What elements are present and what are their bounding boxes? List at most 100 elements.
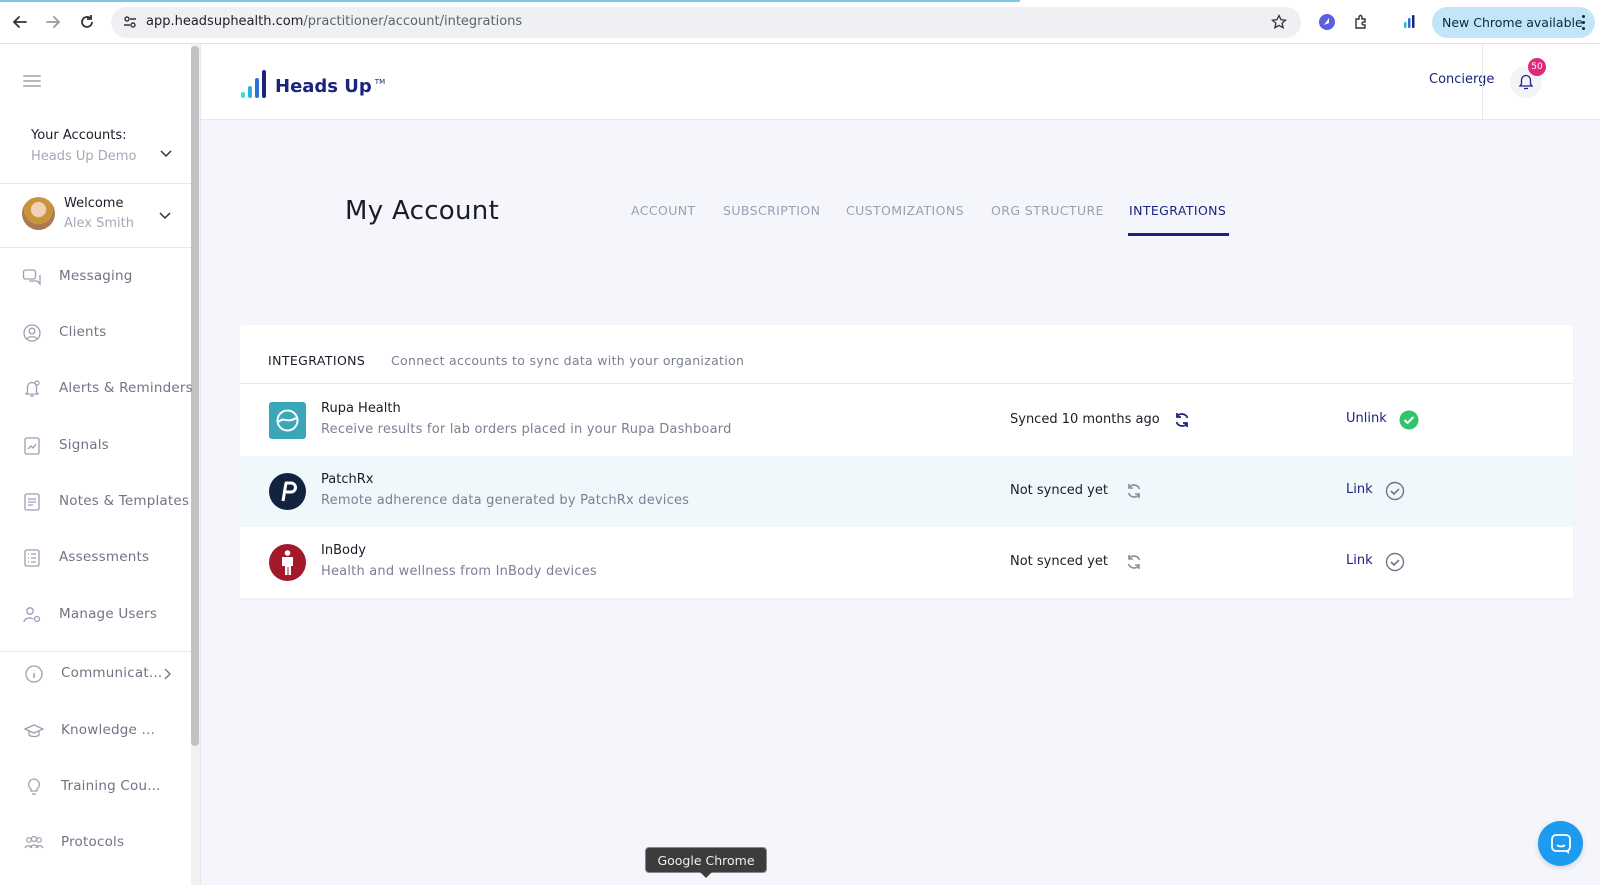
- graduation-cap-icon: [24, 724, 44, 738]
- new-chrome-label: New Chrome available: [1442, 15, 1583, 30]
- loading-bar: [0, 0, 1020, 2]
- protocols-icon: [24, 835, 44, 849]
- chat-launcher-button[interactable]: [1538, 821, 1583, 866]
- sync-status: Synced 10 months ago: [1010, 412, 1160, 427]
- sidebar-scrollbar-thumb[interactable]: [191, 46, 199, 746]
- sync-status: Not synced yet: [1010, 483, 1108, 498]
- integrations-heading: INTEGRATIONS: [268, 353, 366, 368]
- reload-icon[interactable]: [76, 11, 98, 33]
- sidebar-item-label: Training Cou...: [61, 778, 161, 794]
- site-settings-icon[interactable]: [119, 11, 141, 33]
- integrations-subheading: Connect accounts to sync data with your …: [391, 353, 745, 368]
- sidebar-item-assessments[interactable]: Assessments: [0, 538, 191, 578]
- sync-icon[interactable]: [1125, 482, 1143, 500]
- sync-icon[interactable]: [1173, 411, 1191, 429]
- info-icon: [25, 665, 43, 683]
- back-arrow-icon[interactable]: [9, 11, 31, 33]
- logo-bar: [262, 70, 266, 98]
- sidebar-item-messaging[interactable]: Messaging: [0, 257, 191, 297]
- manage-users-icon: [23, 607, 41, 623]
- browser-tooltip: Google Chrome: [645, 847, 767, 878]
- chevron-right-icon[interactable]: [160, 667, 174, 681]
- integration-name: PatchRx: [321, 472, 374, 487]
- extension-icon[interactable]: [1316, 11, 1338, 33]
- tab-subscription[interactable]: SUBSCRIPTION: [723, 203, 820, 218]
- sidebar-item-alerts[interactable]: Alerts & Reminders: [0, 369, 193, 409]
- integrations-header: INTEGRATIONS Connect accounts to sync da…: [240, 325, 1573, 384]
- sidebar: Your Accounts: Heads Up Demo Welcome Ale…: [0, 44, 201, 885]
- tab-integrations[interactable]: INTEGRATIONS: [1129, 203, 1226, 218]
- tab-org-structure[interactable]: ORG STRUCTURE: [991, 203, 1104, 218]
- sync-icon[interactable]: [1125, 553, 1143, 571]
- integration-row-patchrx: PatchRx Remote adherence data generated …: [240, 456, 1573, 527]
- sidebar-item-training[interactable]: Training Cou...: [0, 767, 191, 807]
- sidebar-item-protocols[interactable]: Protocols: [0, 823, 191, 863]
- signals-icon: [24, 437, 40, 455]
- sync-status: Not synced yet: [1010, 554, 1108, 569]
- sidebar-item-signals[interactable]: Signals: [0, 426, 191, 466]
- integration-description: Remote adherence data generated by Patch…: [321, 493, 690, 508]
- account-switcher[interactable]: Your Accounts: Heads Up Demo: [0, 120, 191, 184]
- bookmark-star-icon[interactable]: [1269, 12, 1289, 32]
- sidebar-item-label: Protocols: [61, 834, 125, 850]
- lightbulb-icon: [28, 778, 40, 795]
- inbody-logo-icon: [269, 544, 306, 581]
- messaging-icon: [22, 269, 41, 286]
- sidebar-item-label: Alerts & Reminders: [59, 380, 193, 396]
- integration-description: Receive results for lab orders placed in…: [321, 422, 732, 437]
- chevron-down-icon[interactable]: [158, 208, 172, 222]
- tab-account[interactable]: ACCOUNT: [631, 203, 696, 218]
- logo-bar: [248, 86, 252, 98]
- clients-icon: [23, 324, 41, 342]
- rupa-health-logo-icon: [269, 402, 306, 439]
- sidebar-divider: [0, 651, 191, 652]
- logo-text: Heads Up: [275, 76, 372, 97]
- header-divider: [1482, 44, 1483, 120]
- accounts-label: Your Accounts:: [31, 128, 127, 143]
- notification-badge: 50: [1528, 58, 1546, 76]
- welcome-label: Welcome: [64, 196, 124, 211]
- sidebar-item-notes[interactable]: Notes & Templates: [0, 482, 191, 522]
- address-bar[interactable]: app.headsuphealth.com/practitioner/accou…: [111, 7, 1301, 38]
- kebab-menu-icon[interactable]: [1581, 15, 1585, 30]
- patchrx-logo-icon: [269, 473, 306, 510]
- hamburger-menu-icon[interactable]: [23, 75, 41, 87]
- integration-description: Health and wellness from InBody devices: [321, 564, 597, 579]
- heads-up-logo[interactable]: Heads Up TM: [241, 68, 385, 98]
- sidebar-item-label: Messaging: [59, 268, 133, 284]
- integrations-card: INTEGRATIONS Connect accounts to sync da…: [240, 325, 1573, 598]
- sidebar-item-label: Manage Users: [59, 606, 158, 622]
- sidebar-item-label: Notes & Templates: [59, 493, 190, 509]
- forward-arrow-icon[interactable]: [42, 11, 64, 33]
- sidebar-item-label: Assessments: [59, 549, 150, 565]
- assessments-icon: [24, 549, 40, 567]
- unlinked-check-icon: [1385, 481, 1405, 501]
- user-menu[interactable]: Welcome Alex Smith: [0, 184, 191, 248]
- page-title: My Account: [345, 196, 500, 226]
- sidebar-item-communication[interactable]: Communicat...: [0, 654, 191, 694]
- link-button[interactable]: Link: [1346, 553, 1373, 568]
- sidebar-item-clients[interactable]: Clients: [0, 313, 191, 353]
- sidebar-item-label: Clients: [59, 324, 107, 340]
- chevron-down-icon[interactable]: [159, 146, 173, 160]
- concierge-link[interactable]: Concierge: [1429, 72, 1494, 87]
- sidebar-item-knowledge[interactable]: Knowledge ...: [0, 711, 191, 751]
- logo-bar: [241, 92, 245, 98]
- integration-row-inbody: InBody Health and wellness from InBody d…: [240, 527, 1573, 598]
- unlink-button[interactable]: Unlink: [1346, 411, 1387, 426]
- user-name: Alex Smith: [64, 216, 134, 231]
- bell-icon: [1518, 74, 1534, 90]
- url-path: /practitioner/account/integrations: [303, 14, 523, 29]
- tab-customizations[interactable]: CUSTOMIZATIONS: [846, 203, 964, 218]
- linked-check-icon: [1399, 410, 1419, 430]
- puzzle-extensions-icon[interactable]: [1350, 11, 1372, 33]
- sidebar-item-manage-users[interactable]: Manage Users: [0, 595, 191, 635]
- headsup-extension-icon[interactable]: [1399, 11, 1421, 33]
- account-name: Heads Up Demo: [31, 149, 137, 164]
- new-chrome-available-button[interactable]: New Chrome available: [1432, 7, 1595, 38]
- browser-toolbar: app.headsuphealth.com/practitioner/accou…: [0, 0, 1600, 44]
- logo-bar: [255, 78, 259, 98]
- unlinked-check-icon: [1385, 552, 1405, 572]
- link-button[interactable]: Link: [1346, 482, 1373, 497]
- logo-trademark: TM: [374, 78, 386, 86]
